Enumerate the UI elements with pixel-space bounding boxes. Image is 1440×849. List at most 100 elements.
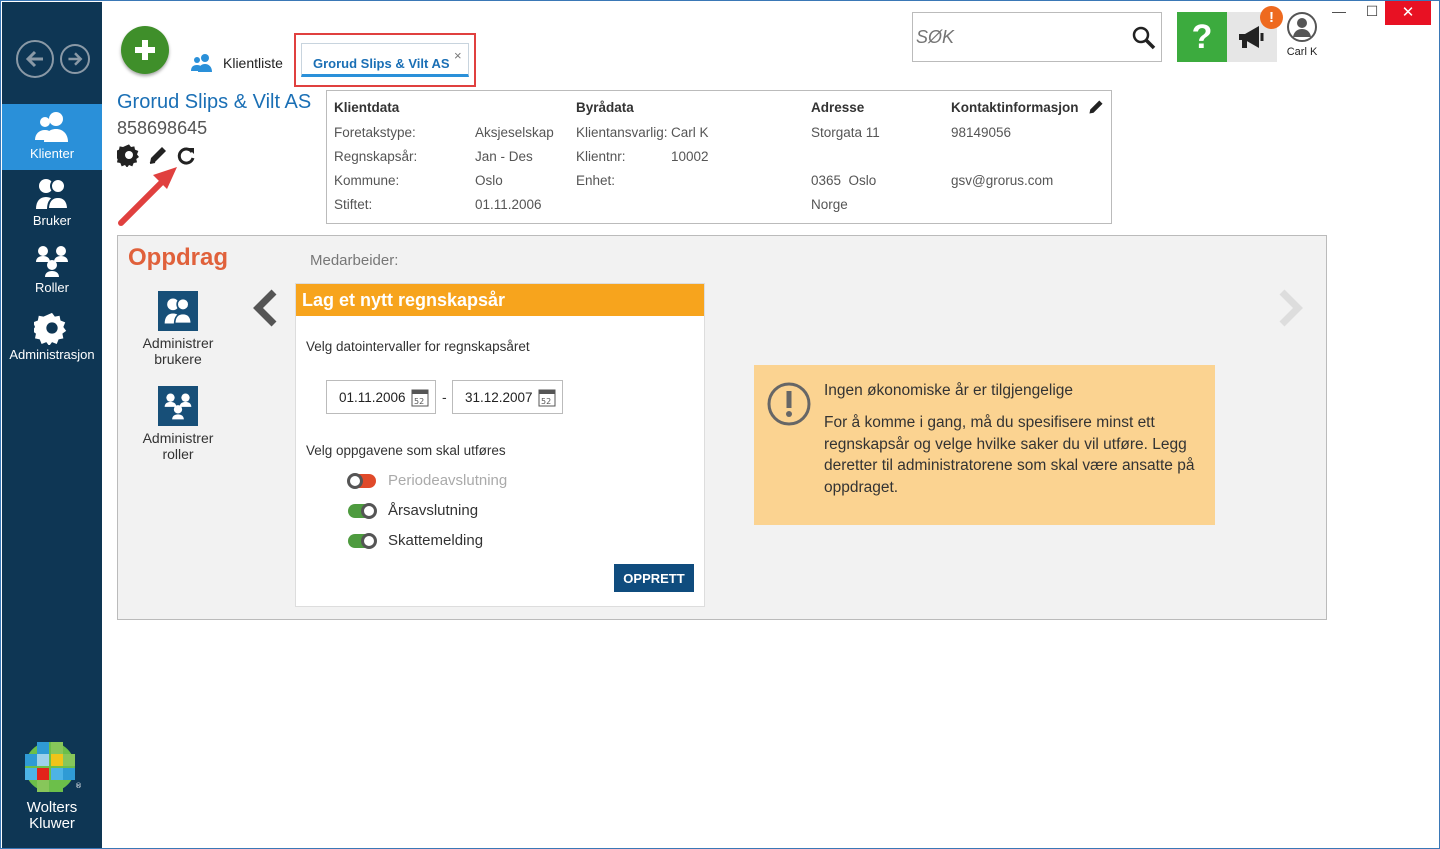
users-icon — [158, 291, 198, 331]
wolters-kluwer-logo: ® Wolters Kluwer — [22, 740, 82, 832]
info-label: Stiftet: — [334, 197, 373, 212]
client-orgnr: 858698645 — [117, 118, 208, 138]
arrow-left-icon — [25, 50, 43, 68]
medarbeider-label: Medarbeider: — [310, 252, 399, 269]
edit-icon[interactable] — [1087, 98, 1105, 116]
warning-box: Ingen økonomiske år er tilgjengelige For… — [754, 365, 1215, 525]
notification-badge: ! — [1260, 6, 1283, 29]
svg-text:52: 52 — [414, 397, 424, 406]
add-button[interactable] — [121, 26, 169, 74]
oppdrag-panel: Oppdrag Medarbeider: Administrer brukere… — [117, 235, 1327, 620]
forward-button[interactable] — [60, 44, 90, 74]
info-value: gsv@grorus.com — [951, 173, 1054, 188]
user-menu[interactable]: Carl K — [1284, 11, 1320, 58]
gear-icon — [34, 312, 67, 345]
warning-body: For å komme i gang, må du spesifisere mi… — [824, 414, 1195, 496]
avatar — [1287, 12, 1317, 42]
logo-text-line1: Wolters — [26, 799, 78, 816]
date-value: 31.12.2007 — [465, 390, 533, 405]
oppdrag-title: Oppdrag — [128, 244, 228, 271]
sidebar-item-bruker[interactable]: Bruker — [2, 171, 102, 237]
roles-icon — [158, 386, 198, 426]
client-name: Grorud Slips & Vilt AS — [117, 91, 312, 113]
tab-klientliste[interactable]: Klientliste — [191, 53, 283, 73]
user-name: Carl K — [1286, 46, 1318, 58]
info-label: Enhet: — [576, 173, 616, 188]
info-value: 01.11.2006 — [475, 197, 542, 212]
date-from-field[interactable]: 01.11.2006 52 — [326, 380, 436, 414]
exclamation-icon — [767, 382, 811, 426]
tile-label: roller — [162, 446, 194, 462]
sidebar-item-administrasjon[interactable]: Administrasjon — [2, 305, 102, 371]
tile-label: Administrer — [142, 335, 214, 351]
task-toggle[interactable] — [347, 472, 376, 489]
maximize-button[interactable]: ☐ — [1357, 3, 1387, 20]
info-value: 10002 — [671, 149, 709, 164]
date-separator: - — [442, 389, 447, 405]
logo-icon: ® — [25, 742, 82, 792]
kontakt-heading: Kontaktinformasjon — [951, 100, 1079, 115]
app-window: Klienter Bruker Roller Administrasjon ® … — [0, 0, 1440, 849]
info-label: Klientnr: — [576, 149, 626, 164]
info-value: Carl K — [671, 125, 709, 140]
sidebar-item-label: Roller — [35, 280, 69, 295]
task-label: Skattemelding — [388, 532, 484, 549]
sidebar-item-roller[interactable]: Roller — [2, 238, 102, 304]
back-button[interactable] — [16, 40, 54, 78]
close-window-button[interactable]: ✕ — [1385, 1, 1431, 25]
info-value: Oslo — [475, 173, 503, 188]
search-icon[interactable] — [1131, 25, 1157, 51]
sidebar-item-label: Administrasjon — [9, 347, 95, 362]
chevron-left-icon[interactable] — [250, 288, 280, 328]
tab-close-button[interactable]: × — [454, 48, 462, 63]
clients-icon — [35, 112, 68, 142]
sidebar-item-klienter[interactable]: Klienter — [2, 104, 102, 170]
warning-title: Ingen økonomiske år er tilgjengelige — [824, 382, 1073, 399]
date-interval-label: Velg datointervaller for regnskapsåret — [306, 339, 530, 354]
task-skattemelding: Skattemelding — [348, 532, 483, 549]
help-button[interactable]: ? — [1177, 12, 1227, 62]
task-label: Periodeavslutning — [388, 472, 508, 489]
task-toggle[interactable] — [348, 532, 377, 549]
tab-client[interactable]: Grorud Slips & Vilt AS × — [301, 43, 469, 77]
task-arsavslutning: Årsavslutning — [348, 502, 478, 519]
info-value: 98149056 — [951, 125, 1012, 140]
search-box — [912, 12, 1162, 62]
svg-text:52: 52 — [541, 397, 551, 406]
plus-icon — [135, 40, 155, 60]
calendar-icon[interactable]: 52 — [411, 387, 429, 407]
info-label: Foretakstype: — [334, 125, 416, 140]
task-label: Årsavslutning — [388, 502, 479, 519]
search-input[interactable] — [916, 25, 1116, 49]
tile-label: brukere — [154, 351, 202, 367]
tab-label: Klientliste — [223, 55, 283, 71]
roles-icon — [36, 246, 68, 277]
date-value: 01.11.2006 — [339, 390, 406, 405]
task-toggle[interactable] — [348, 502, 377, 519]
clients-icon — [191, 54, 212, 72]
arrow-right-icon — [68, 52, 83, 66]
info-value: Aksjeselskap — [475, 125, 554, 140]
info-label: Klientansvarlig: — [576, 125, 668, 140]
byradata-heading: Byrådata — [576, 100, 634, 115]
calendar-icon[interactable]: 52 — [538, 387, 556, 407]
new-fiscal-year-card: Lag et nytt regnskapsår Velg datointerva… — [295, 283, 705, 607]
annotation-arrow-icon — [118, 167, 177, 226]
sidebar-item-label: Klienter — [29, 146, 75, 161]
tasks-label: Velg oppgavene som skal utføres — [306, 443, 506, 458]
date-to-field[interactable]: 31.12.2007 52 — [452, 380, 563, 414]
sidebar: Klienter Bruker Roller Administrasjon ® … — [2, 2, 102, 848]
administrer-roller-tile[interactable]: Administrer roller — [128, 386, 228, 462]
chevron-right-icon[interactable] — [1276, 288, 1306, 328]
info-value: Norge — [811, 197, 848, 212]
adresse-heading: Adresse — [811, 100, 865, 115]
opprett-button[interactable]: OPPRETT — [614, 564, 694, 592]
tab-label: Grorud Slips & Vilt AS — [313, 56, 450, 71]
info-value: Storgata 11 — [811, 125, 880, 140]
info-label: Regnskapsår: — [334, 149, 418, 164]
klientdata-heading: Klientdata — [334, 100, 400, 115]
administrer-brukere-tile[interactable]: Administrer brukere — [128, 291, 228, 367]
client-info-box: Klientdata Foretakstype: Aksjeselskap Re… — [326, 90, 1112, 224]
minimize-button[interactable]: — — [1324, 3, 1354, 19]
users-icon — [36, 178, 70, 210]
